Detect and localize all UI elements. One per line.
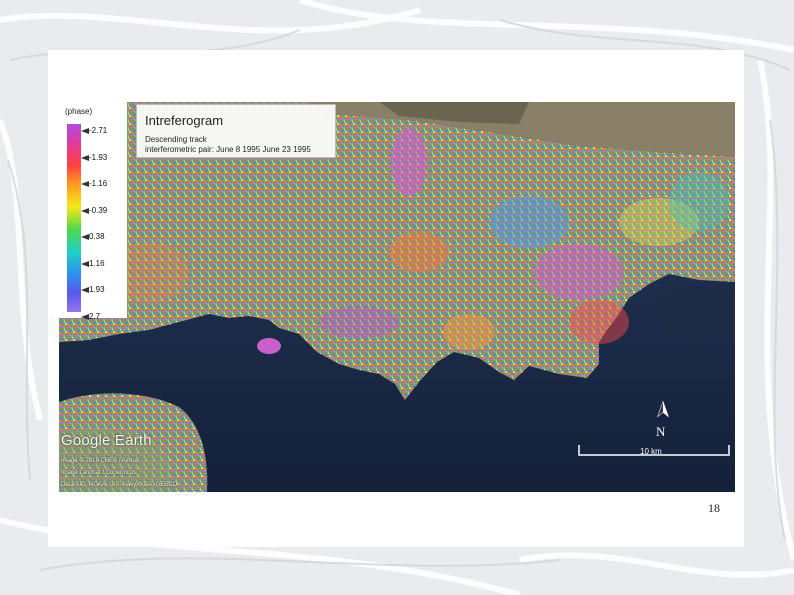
pair-label: interferometric pair: June 8 1995 June 2… xyxy=(145,145,311,154)
interferogram-map[interactable] xyxy=(59,102,735,492)
map-graphic xyxy=(59,102,735,492)
legend-tick-marker xyxy=(81,180,89,187)
legend-value-label: -2.71 xyxy=(89,126,108,135)
legend-value-label: 0.38 xyxy=(89,232,105,241)
legend-tick-marker xyxy=(81,127,89,134)
legend-tick-marker xyxy=(81,286,89,293)
imagery-credit-3: Data SIO, NOAA, U.S. Navy, NGA, GEBCO xyxy=(61,482,178,488)
track-label: Descending track xyxy=(145,135,207,144)
legend-tick-marker xyxy=(81,313,89,320)
legend-value-label: 2.7 xyxy=(89,311,101,321)
legend-unit-label: (phase) xyxy=(65,107,93,116)
phase-color-bar xyxy=(67,124,81,312)
legend-value-label: 1.93 xyxy=(89,285,105,294)
google-earth-logo: Google Earth xyxy=(61,432,152,449)
legend-value-label: 1.16 xyxy=(89,258,105,268)
map-title-box: Intreferogram Descending track interfero… xyxy=(136,104,336,158)
phase-legend: (phase) -2.71 -1.93 -1.16 -0.39 0.38 1.16 1.93… xyxy=(59,102,127,321)
imagery-credit-2: Image Landsat / Copernicus xyxy=(61,470,137,476)
imagery-credit-1: Image © 2019 CNES / Airbus xyxy=(61,458,139,464)
north-label: N xyxy=(656,424,666,439)
scale-label: 10 km xyxy=(640,447,662,456)
page-number: 18 xyxy=(708,501,720,515)
legend-value-label: -0.39 xyxy=(89,205,108,215)
map-title: Intreferogram xyxy=(145,113,224,128)
legend-tick-marker xyxy=(81,260,89,267)
legend-value-label: -1.16 xyxy=(89,179,108,188)
legend-tick-marker xyxy=(81,207,89,214)
legend-tick-marker xyxy=(81,154,89,161)
legend-value-label: -1.93 xyxy=(89,152,108,162)
legend-tick-marker xyxy=(81,233,89,240)
